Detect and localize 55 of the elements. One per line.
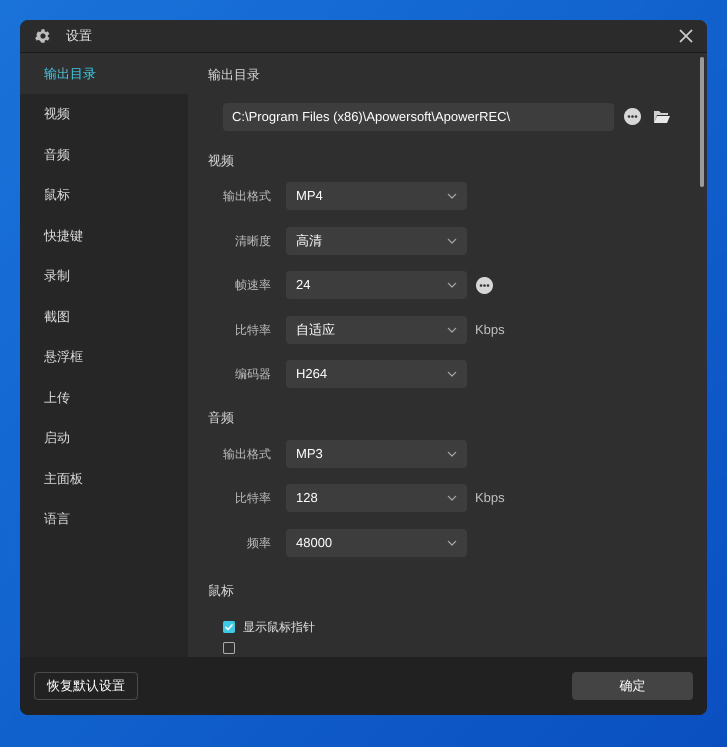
path-field[interactable]: C:\Program Files (x86)\Apowersoft\ApowerREC\ [223,102,614,130]
section-heading: 输出目录 [208,66,261,84]
sidebar-item[interactable]: 上传 [20,377,188,418]
sidebar-item[interactable]: 音频 [20,134,188,174]
field-label: 比特率 [234,322,271,338]
sidebar-item[interactable]: 快捷键 [20,215,188,256]
scrollbar-thumb[interactable] [700,57,704,187]
section-heading: 鼠标 [208,582,235,600]
dropdown[interactable]: MP4 [286,182,467,210]
field-label: 输出格式 [222,188,271,205]
field-label: 帧速率 [234,277,271,294]
unit-label: Kbps [475,320,505,339]
sidebar-item[interactable]: 输出目录 [20,53,188,94]
checkbox[interactable] [223,642,235,654]
dropdown[interactable]: H264 [286,360,467,388]
sidebar-item[interactable]: 录制 [20,256,188,296]
field-label: 清晰度 [234,232,271,250]
close-icon[interactable] [679,29,693,43]
section-heading: 视频 [208,152,235,170]
dropdown[interactable]: 128 [286,484,467,512]
chevron-down-icon [447,450,457,456]
field-label: 比特率 [234,490,271,507]
folder-icon[interactable] [653,110,671,124]
section-heading: 音频 [208,409,235,427]
chevron-down-icon [447,282,457,288]
more-icon[interactable] [476,276,493,294]
ok-button[interactable]: 确定 [572,672,693,700]
checkbox[interactable] [223,621,235,633]
sidebar-item[interactable]: 语言 [20,498,188,539]
unit-label: Kbps [475,489,505,508]
sidebar-item[interactable]: 启动 [20,418,188,458]
chevron-down-icon [447,495,457,501]
chevron-down-icon [447,193,457,199]
chevron-down-icon [447,238,457,244]
window-title: 设置 [66,27,92,46]
sidebar-item[interactable]: 主面板 [20,458,188,498]
dropdown[interactable]: MP3 [286,440,467,468]
chevron-down-icon [447,540,457,546]
sidebar-item[interactable]: 悬浮框 [20,336,188,377]
dropdown[interactable]: 自适应 [286,316,467,344]
field-label: 编码器 [234,366,271,383]
sidebar-item[interactable]: 视频 [20,94,188,134]
more-icon[interactable] [624,108,641,125]
chevron-down-icon [447,371,457,377]
sidebar-item[interactable]: 截图 [20,296,188,336]
field-label: 频率 [246,534,271,552]
sidebar-item[interactable]: 鼠标 [20,174,188,215]
dropdown[interactable]: 24 [286,271,467,299]
gear-icon [34,27,52,45]
dropdown[interactable]: 高清 [286,226,467,254]
chevron-down-icon [447,326,457,332]
dropdown[interactable]: 48000 [286,528,467,556]
reset-defaults-button[interactable]: 恢复默认设置 [34,672,138,700]
checkbox-label: 显示鼠标指针 [243,619,315,636]
field-label: 输出格式 [222,446,271,462]
